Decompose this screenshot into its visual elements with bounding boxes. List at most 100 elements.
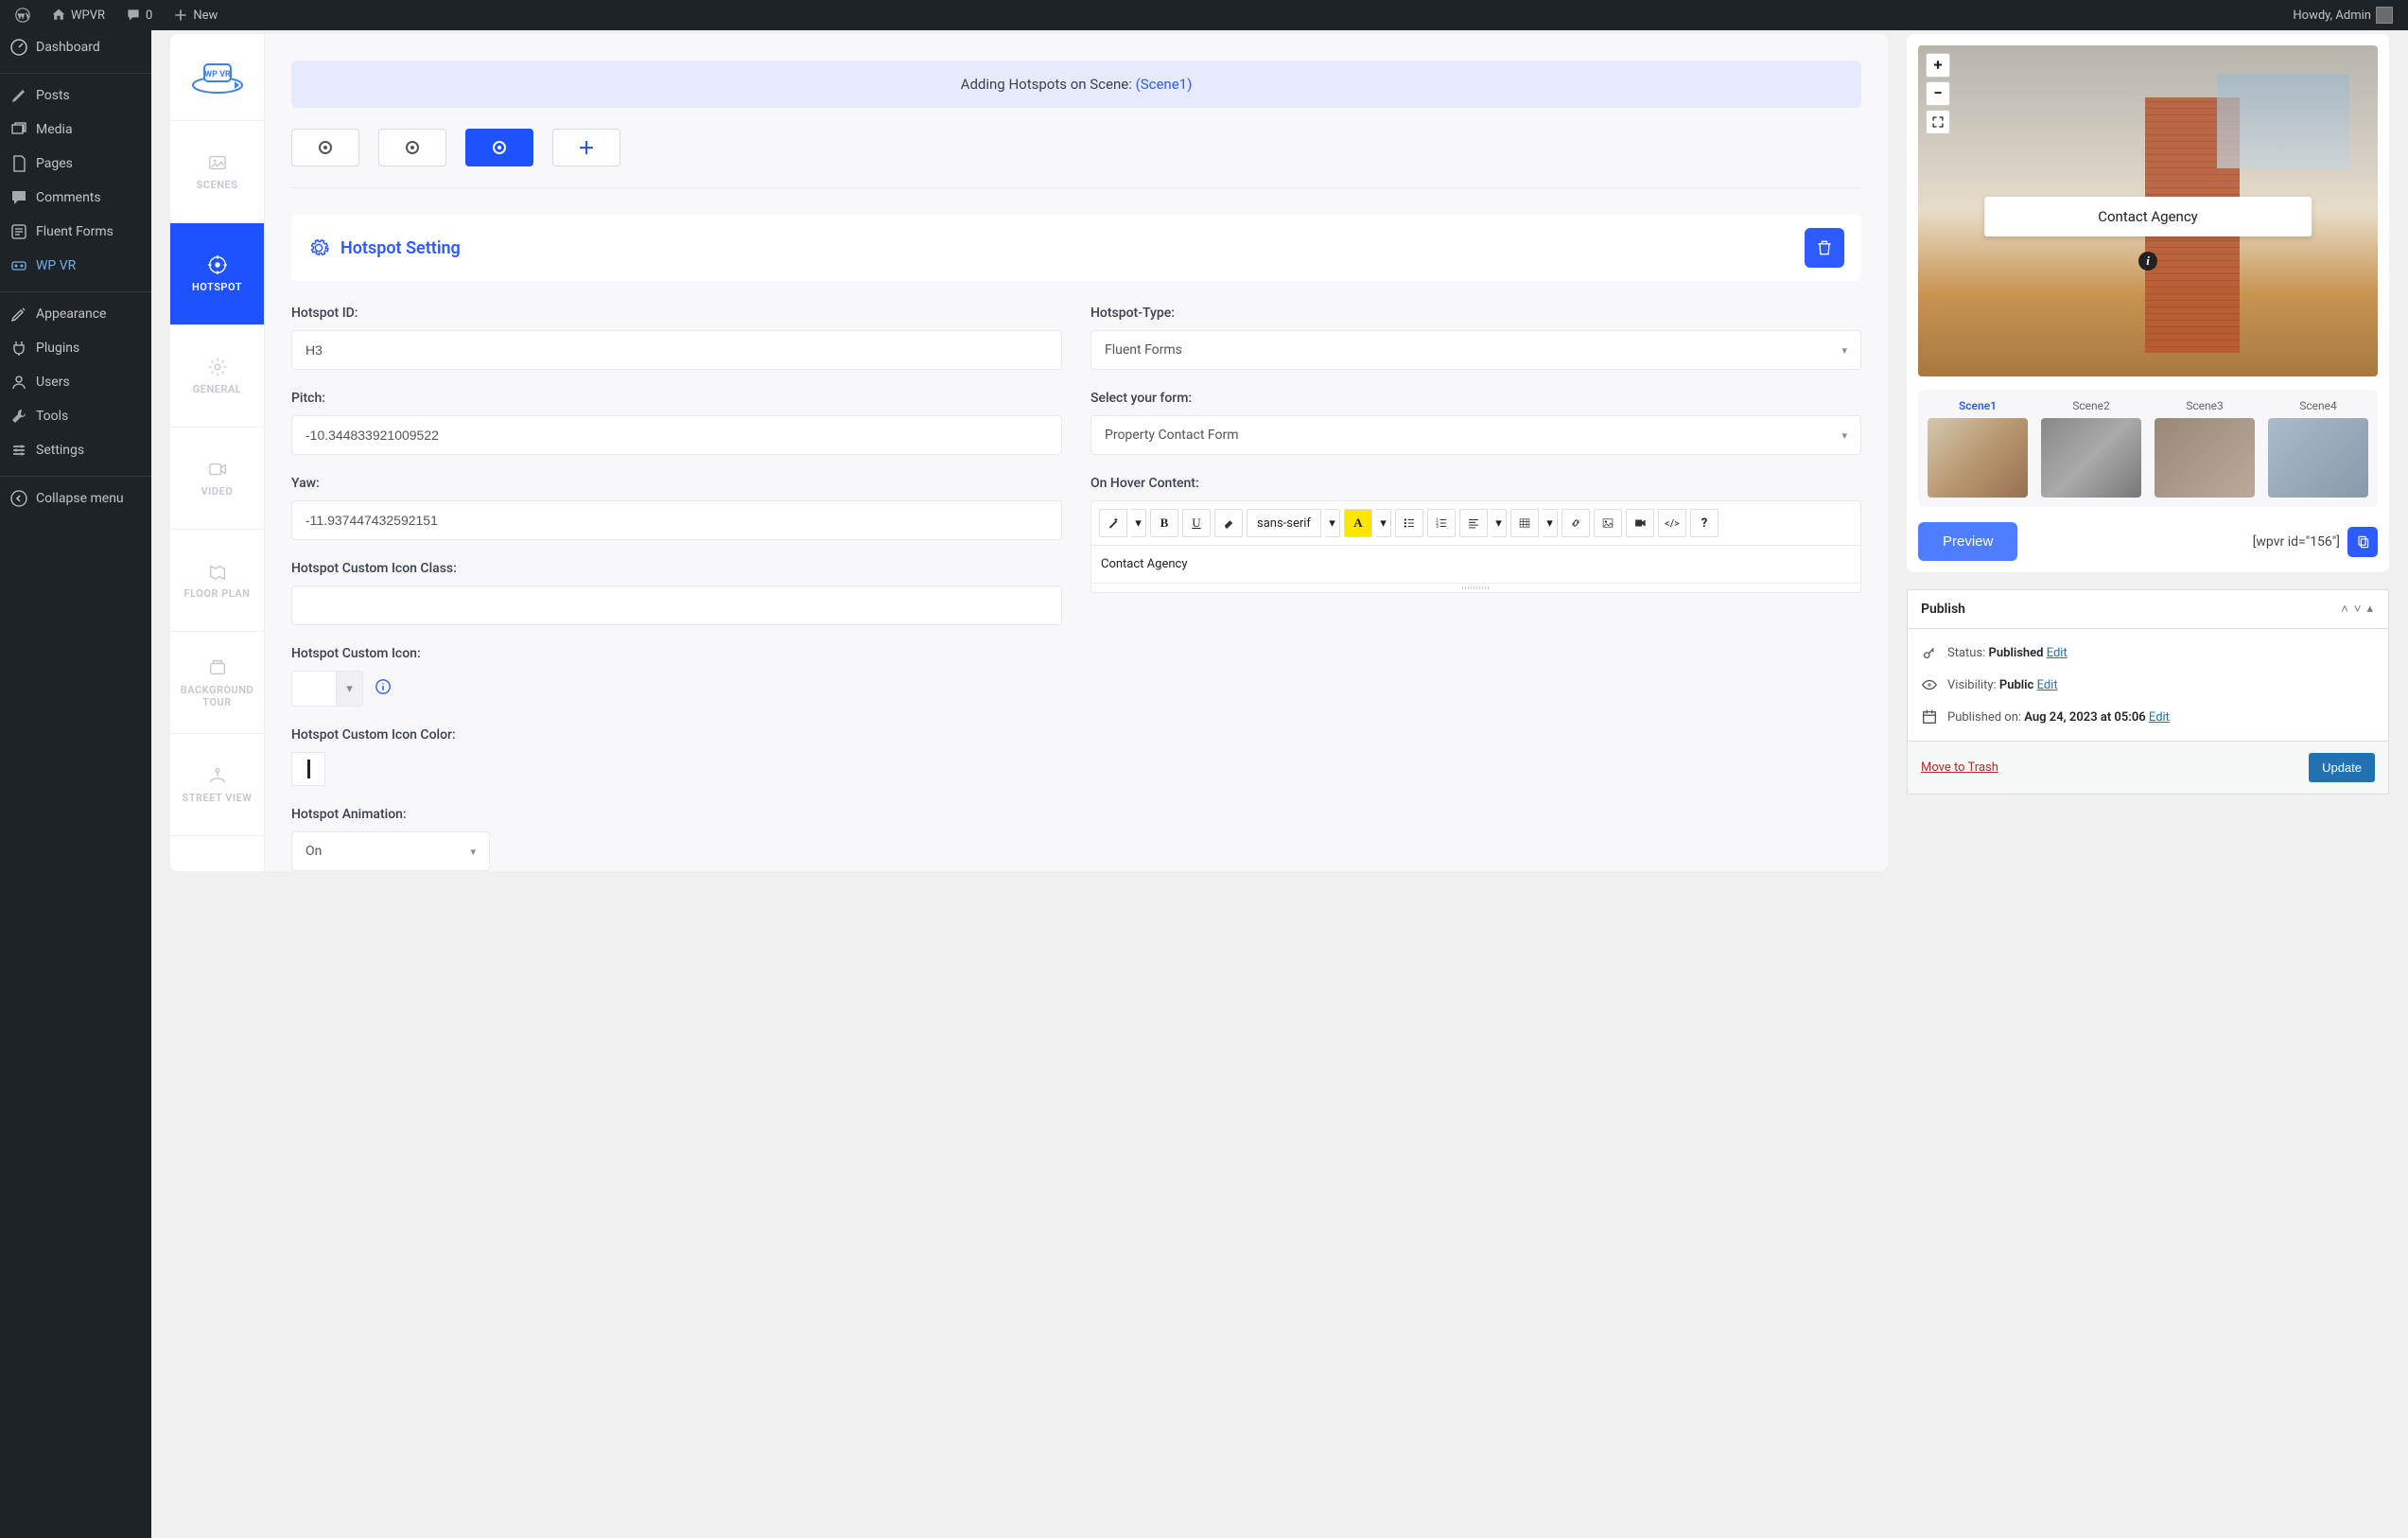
gear-icon <box>308 237 329 258</box>
update-button[interactable]: Update <box>2309 753 2375 782</box>
edit-visibility-link[interactable]: Edit <box>2037 678 2058 692</box>
metabox-toggle-button[interactable]: ▴ <box>2364 600 2375 619</box>
pitch-input[interactable] <box>291 415 1062 455</box>
menu-appearance[interactable]: Appearance <box>0 297 151 331</box>
animation-label: Hotspot Animation: <box>291 807 1062 822</box>
calendar-icon <box>1921 708 1938 725</box>
delete-hotspot-button[interactable] <box>1805 228 1844 268</box>
hotspot-tab-3[interactable] <box>465 129 533 166</box>
tab-floorplan[interactable]: FLOOR PLAN <box>170 530 264 632</box>
rte-table-dropdown[interactable]: ▾ <box>1543 509 1558 537</box>
scene-thumb-4[interactable]: Scene4 <box>2268 399 2368 498</box>
menu-pages[interactable]: Pages <box>0 147 151 181</box>
copy-shortcode-button[interactable] <box>2347 527 2378 557</box>
rte-html-button[interactable]: </> <box>1658 509 1686 537</box>
scene-thumb-2[interactable]: Scene2 <box>2041 399 2141 498</box>
rte-help-button[interactable]: ? <box>1690 509 1719 537</box>
rte-ul-button[interactable] <box>1395 509 1423 537</box>
rte-content[interactable]: Contact Agency <box>1091 546 1860 583</box>
tab-hotspot[interactable]: HOTSPOT <box>170 223 264 325</box>
fullscreen-button[interactable] <box>1926 110 1950 134</box>
yaw-input[interactable] <box>291 500 1062 540</box>
rte-bold-button[interactable]: B <box>1150 509 1178 537</box>
rte-ol-button[interactable]: 123 <box>1427 509 1456 537</box>
zoom-out-button[interactable]: − <box>1926 81 1950 106</box>
rte-eraser-button[interactable] <box>1214 509 1243 537</box>
menu-fluentforms[interactable]: Fluent Forms <box>0 215 151 249</box>
rte-highlight-dropdown[interactable]: ▾ <box>1376 509 1391 537</box>
svg-text:3: 3 <box>1436 525 1439 530</box>
tab-general[interactable]: GENERAL <box>170 325 264 428</box>
rte-magic-dropdown[interactable]: ▾ <box>1131 509 1146 537</box>
hotspot-id-input[interactable] <box>291 330 1062 370</box>
wpvr-logo: WP VR <box>170 34 264 121</box>
wp-sidebar: Dashboard Posts Media Pages Comments Flu… <box>0 30 151 1538</box>
scene-link[interactable]: (Scene1) <box>1136 76 1193 93</box>
new-link[interactable]: New <box>166 0 225 30</box>
icon-class-label: Hotspot Custom Icon Class: <box>291 561 1062 576</box>
right-panel: + − Contact Agency i Scene1 Scene2 Scene… <box>1907 34 2389 871</box>
rte-align-button[interactable] <box>1459 509 1488 537</box>
admin-bar: WPVR 0 New Howdy, Admin <box>0 0 2408 30</box>
wp-logo[interactable] <box>8 0 38 30</box>
rte-font-select[interactable]: sans-serif <box>1247 509 1321 537</box>
rte-video-button[interactable] <box>1626 509 1654 537</box>
rte-link-button[interactable] <box>1562 509 1590 537</box>
select-form-label: Select your form: <box>1091 391 1861 406</box>
menu-media[interactable]: Media <box>0 113 151 147</box>
hotspot-tab-2[interactable] <box>378 129 446 166</box>
publish-metabox: Publish ˄ ˅ ▴ Status: Published Edit Vis… <box>1907 589 2389 795</box>
menu-plugins[interactable]: Plugins <box>0 331 151 365</box>
icon-class-input[interactable] <box>291 585 1062 625</box>
menu-tools[interactable]: Tools <box>0 399 151 433</box>
tab-scenes[interactable]: SCENES <box>170 121 264 223</box>
rte-resize-handle[interactable] <box>1091 583 1860 592</box>
menu-wpvr[interactable]: WP VR <box>0 249 151 283</box>
tab-streetview[interactable]: STREET VIEW <box>170 734 264 836</box>
tab-video[interactable]: VIDEO <box>170 428 264 530</box>
menu-users[interactable]: Users <box>0 365 151 399</box>
menu-comments[interactable]: Comments <box>0 181 151 215</box>
zoom-in-button[interactable]: + <box>1926 53 1950 78</box>
rte-magic-button[interactable] <box>1099 509 1127 537</box>
preview-button[interactable]: Preview <box>1918 522 2017 561</box>
hotspot-tab-add[interactable]: ＋ <box>552 129 620 166</box>
shortcode-text: [wpvr id="156"] <box>2253 534 2340 550</box>
menu-collapse[interactable]: Collapse menu <box>0 481 151 516</box>
tab-bgtour[interactable]: BACKGROUND TOUR <box>170 632 264 734</box>
scene-thumb-3[interactable]: Scene3 <box>2155 399 2255 498</box>
hotspot-tab-1[interactable] <box>291 129 359 166</box>
rte-align-dropdown[interactable]: ▾ <box>1492 509 1507 537</box>
publish-title: Publish <box>1921 602 1965 617</box>
move-to-trash-link[interactable]: Move to Trash <box>1921 760 1998 775</box>
rte-underline-button[interactable]: U <box>1182 509 1211 537</box>
hotspot-type-select[interactable]: Fluent Forms <box>1091 330 1861 370</box>
metabox-up-button[interactable]: ˄ <box>2339 600 2350 619</box>
scene-thumb-1[interactable]: Scene1 <box>1928 399 2028 498</box>
metabox-down-button[interactable]: ˅ <box>2352 600 2364 619</box>
site-link[interactable]: WPVR <box>44 0 113 30</box>
rich-text-editor: ▾ B U sans-serif▾ A▾ 123 ▾ ▾ <box>1091 500 1861 593</box>
menu-posts[interactable]: Posts <box>0 79 151 113</box>
icon-picker-dropdown[interactable]: ▾ <box>337 671 363 707</box>
edit-status-link[interactable]: Edit <box>2047 646 2068 660</box>
rte-highlight-button[interactable]: A <box>1344 509 1372 537</box>
rte-table-button[interactable] <box>1510 509 1539 537</box>
rte-font-dropdown[interactable]: ▾ <box>1325 509 1340 537</box>
edit-date-link[interactable]: Edit <box>2149 710 2170 725</box>
menu-dashboard[interactable]: Dashboard <box>0 30 151 64</box>
icon-picker[interactable] <box>291 671 337 707</box>
panorama-preview[interactable]: + − Contact Agency i <box>1918 45 2378 376</box>
hotspot-marker[interactable]: i <box>2138 252 2157 271</box>
scene-thumbnails: Scene1 Scene2 Scene3 Scene4 <box>1918 390 2378 507</box>
form-select[interactable]: Property Contact Form <box>1091 415 1861 455</box>
color-picker[interactable] <box>291 752 325 786</box>
menu-settings[interactable]: Settings <box>0 433 151 467</box>
key-icon <box>1921 644 1938 661</box>
howdy-link[interactable]: Howdy, Admin <box>2285 0 2400 30</box>
on-hover-label: On Hover Content: <box>1091 476 1861 491</box>
animation-select[interactable]: On <box>291 831 490 871</box>
info-icon[interactable] <box>375 678 392 699</box>
rte-image-button[interactable] <box>1594 509 1622 537</box>
comments-link[interactable]: 0 <box>118 0 160 30</box>
